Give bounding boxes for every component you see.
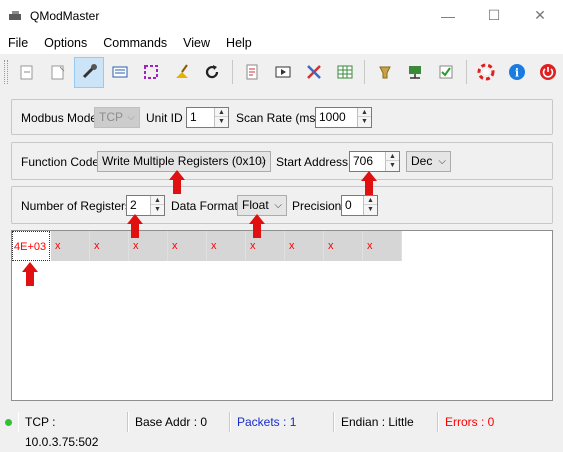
toolbar-separator <box>364 60 366 84</box>
annotation-arrow-start-address <box>361 171 377 195</box>
address-format-select[interactable]: Dec ⌵ <box>406 151 451 172</box>
menu-commands[interactable]: Commands <box>95 36 175 50</box>
register-cell[interactable]: x <box>324 231 363 261</box>
plug-icon[interactable] <box>73 56 105 88</box>
register-cell[interactable]: x <box>51 231 90 261</box>
register-cell[interactable]: 4E+03 <box>12 231 50 261</box>
title-bar: QModMaster — ☐ ✕ <box>0 0 563 31</box>
packets-status: Packets : 1 <box>230 412 334 432</box>
serial-settings-icon[interactable] <box>369 57 400 88</box>
svg-text:i: i <box>515 67 519 80</box>
tools-icon[interactable] <box>298 57 329 88</box>
register-cell[interactable]: x <box>168 231 207 261</box>
maximize-button[interactable]: ☐ <box>471 0 517 31</box>
info-icon[interactable]: i <box>501 57 532 88</box>
menu-file[interactable]: File <box>0 36 36 50</box>
window-title: QModMaster <box>30 8 100 23</box>
unit-id-label: Unit ID <box>146 111 183 125</box>
toolbar: i <box>0 54 563 90</box>
annotation-arrow-data-format <box>249 214 265 238</box>
connect-icon[interactable] <box>12 57 43 88</box>
function-code-select[interactable]: Write Multiple Registers (0x10) ⌵ <box>97 151 271 172</box>
function-code-label: Function Code <box>21 155 100 169</box>
disconnect-icon[interactable] <box>43 57 74 88</box>
connection-status: TCP : 10.0.3.75:502 <box>18 412 128 449</box>
number-of-registers-field[interactable]: 2 ▲ ▼ <box>126 195 165 216</box>
errors-status: Errors : 0 <box>438 412 550 432</box>
settings-check-icon[interactable] <box>431 57 462 88</box>
toolbar-separator <box>465 60 467 84</box>
base-addr-status: Base Addr : 0 <box>128 412 230 432</box>
annotation-arrow-register-value <box>22 262 38 286</box>
scan-rate-field[interactable]: 1000 ▲ ▼ <box>315 107 372 128</box>
menu-bar: File Options Commands View Help <box>0 31 563 54</box>
modbus-settings-group: Modbus Mode TCP ⌵ Unit ID 1 ▲ ▼ Scan Rate … <box>11 99 553 135</box>
annotation-arrow-number-of-registers <box>127 214 143 238</box>
menu-options[interactable]: Options <box>36 36 95 50</box>
close-button[interactable]: ✕ <box>517 0 563 31</box>
register-cell[interactable]: x <box>207 231 246 261</box>
register-cell[interactable]: x <box>363 231 402 261</box>
minimize-button[interactable]: — <box>425 0 471 31</box>
modbus-mode-select[interactable]: TCP ⌵ <box>94 107 140 128</box>
scan-icon[interactable] <box>135 57 166 88</box>
registers-icon[interactable] <box>329 57 360 88</box>
refresh-icon[interactable] <box>197 57 228 88</box>
data-format-select[interactable]: Float ⌵ <box>237 195 287 216</box>
endian-status: Endian : Little <box>334 412 438 432</box>
app-icon <box>8 8 24 24</box>
function-group: Function Code Write Multiple Registers (… <box>11 142 553 180</box>
start-address-label: Start Address <box>276 155 349 169</box>
annotation-arrow-function-code <box>169 170 185 194</box>
toolbar-separator <box>231 60 233 84</box>
precision-label: Precision <box>292 199 342 213</box>
register-cell[interactable]: x <box>285 231 324 261</box>
data-format-label: Data Format <box>171 199 238 213</box>
scan-rate-label: Scan Rate (ms) <box>236 111 320 125</box>
modbus-mode-label: Modbus Mode <box>21 111 98 125</box>
register-data-grid[interactable]: 4E+03 x x x x x x x x x <box>11 230 553 401</box>
bus-monitor-icon[interactable] <box>268 57 299 88</box>
register-cell[interactable]: x <box>90 231 129 261</box>
log-icon[interactable] <box>237 57 268 88</box>
read-write-icon[interactable] <box>104 57 135 88</box>
tcp-settings-icon[interactable] <box>400 57 431 88</box>
unit-id-field[interactable]: 1 ▲ ▼ <box>186 107 229 128</box>
registers-group: Number of Registers 2 ▲ ▼ Data Format Flo… <box>11 186 553 224</box>
exit-icon[interactable] <box>532 57 563 88</box>
status-bar: TCP : 10.0.3.75:502 Base Addr : 0 Packet… <box>0 409 563 449</box>
menu-help[interactable]: Help <box>218 36 260 50</box>
clear-icon[interactable] <box>166 57 197 88</box>
start-address-field[interactable]: 706 ▲ ▼ <box>349 151 400 172</box>
precision-field[interactable]: 0 ▲ ▼ <box>341 195 378 216</box>
menu-view[interactable]: View <box>175 36 218 50</box>
toolbar-grip[interactable] <box>4 60 8 84</box>
connection-status-icon <box>5 418 12 426</box>
number-of-registers-label: Number of Registers <box>21 199 132 213</box>
help-icon[interactable] <box>471 57 502 88</box>
